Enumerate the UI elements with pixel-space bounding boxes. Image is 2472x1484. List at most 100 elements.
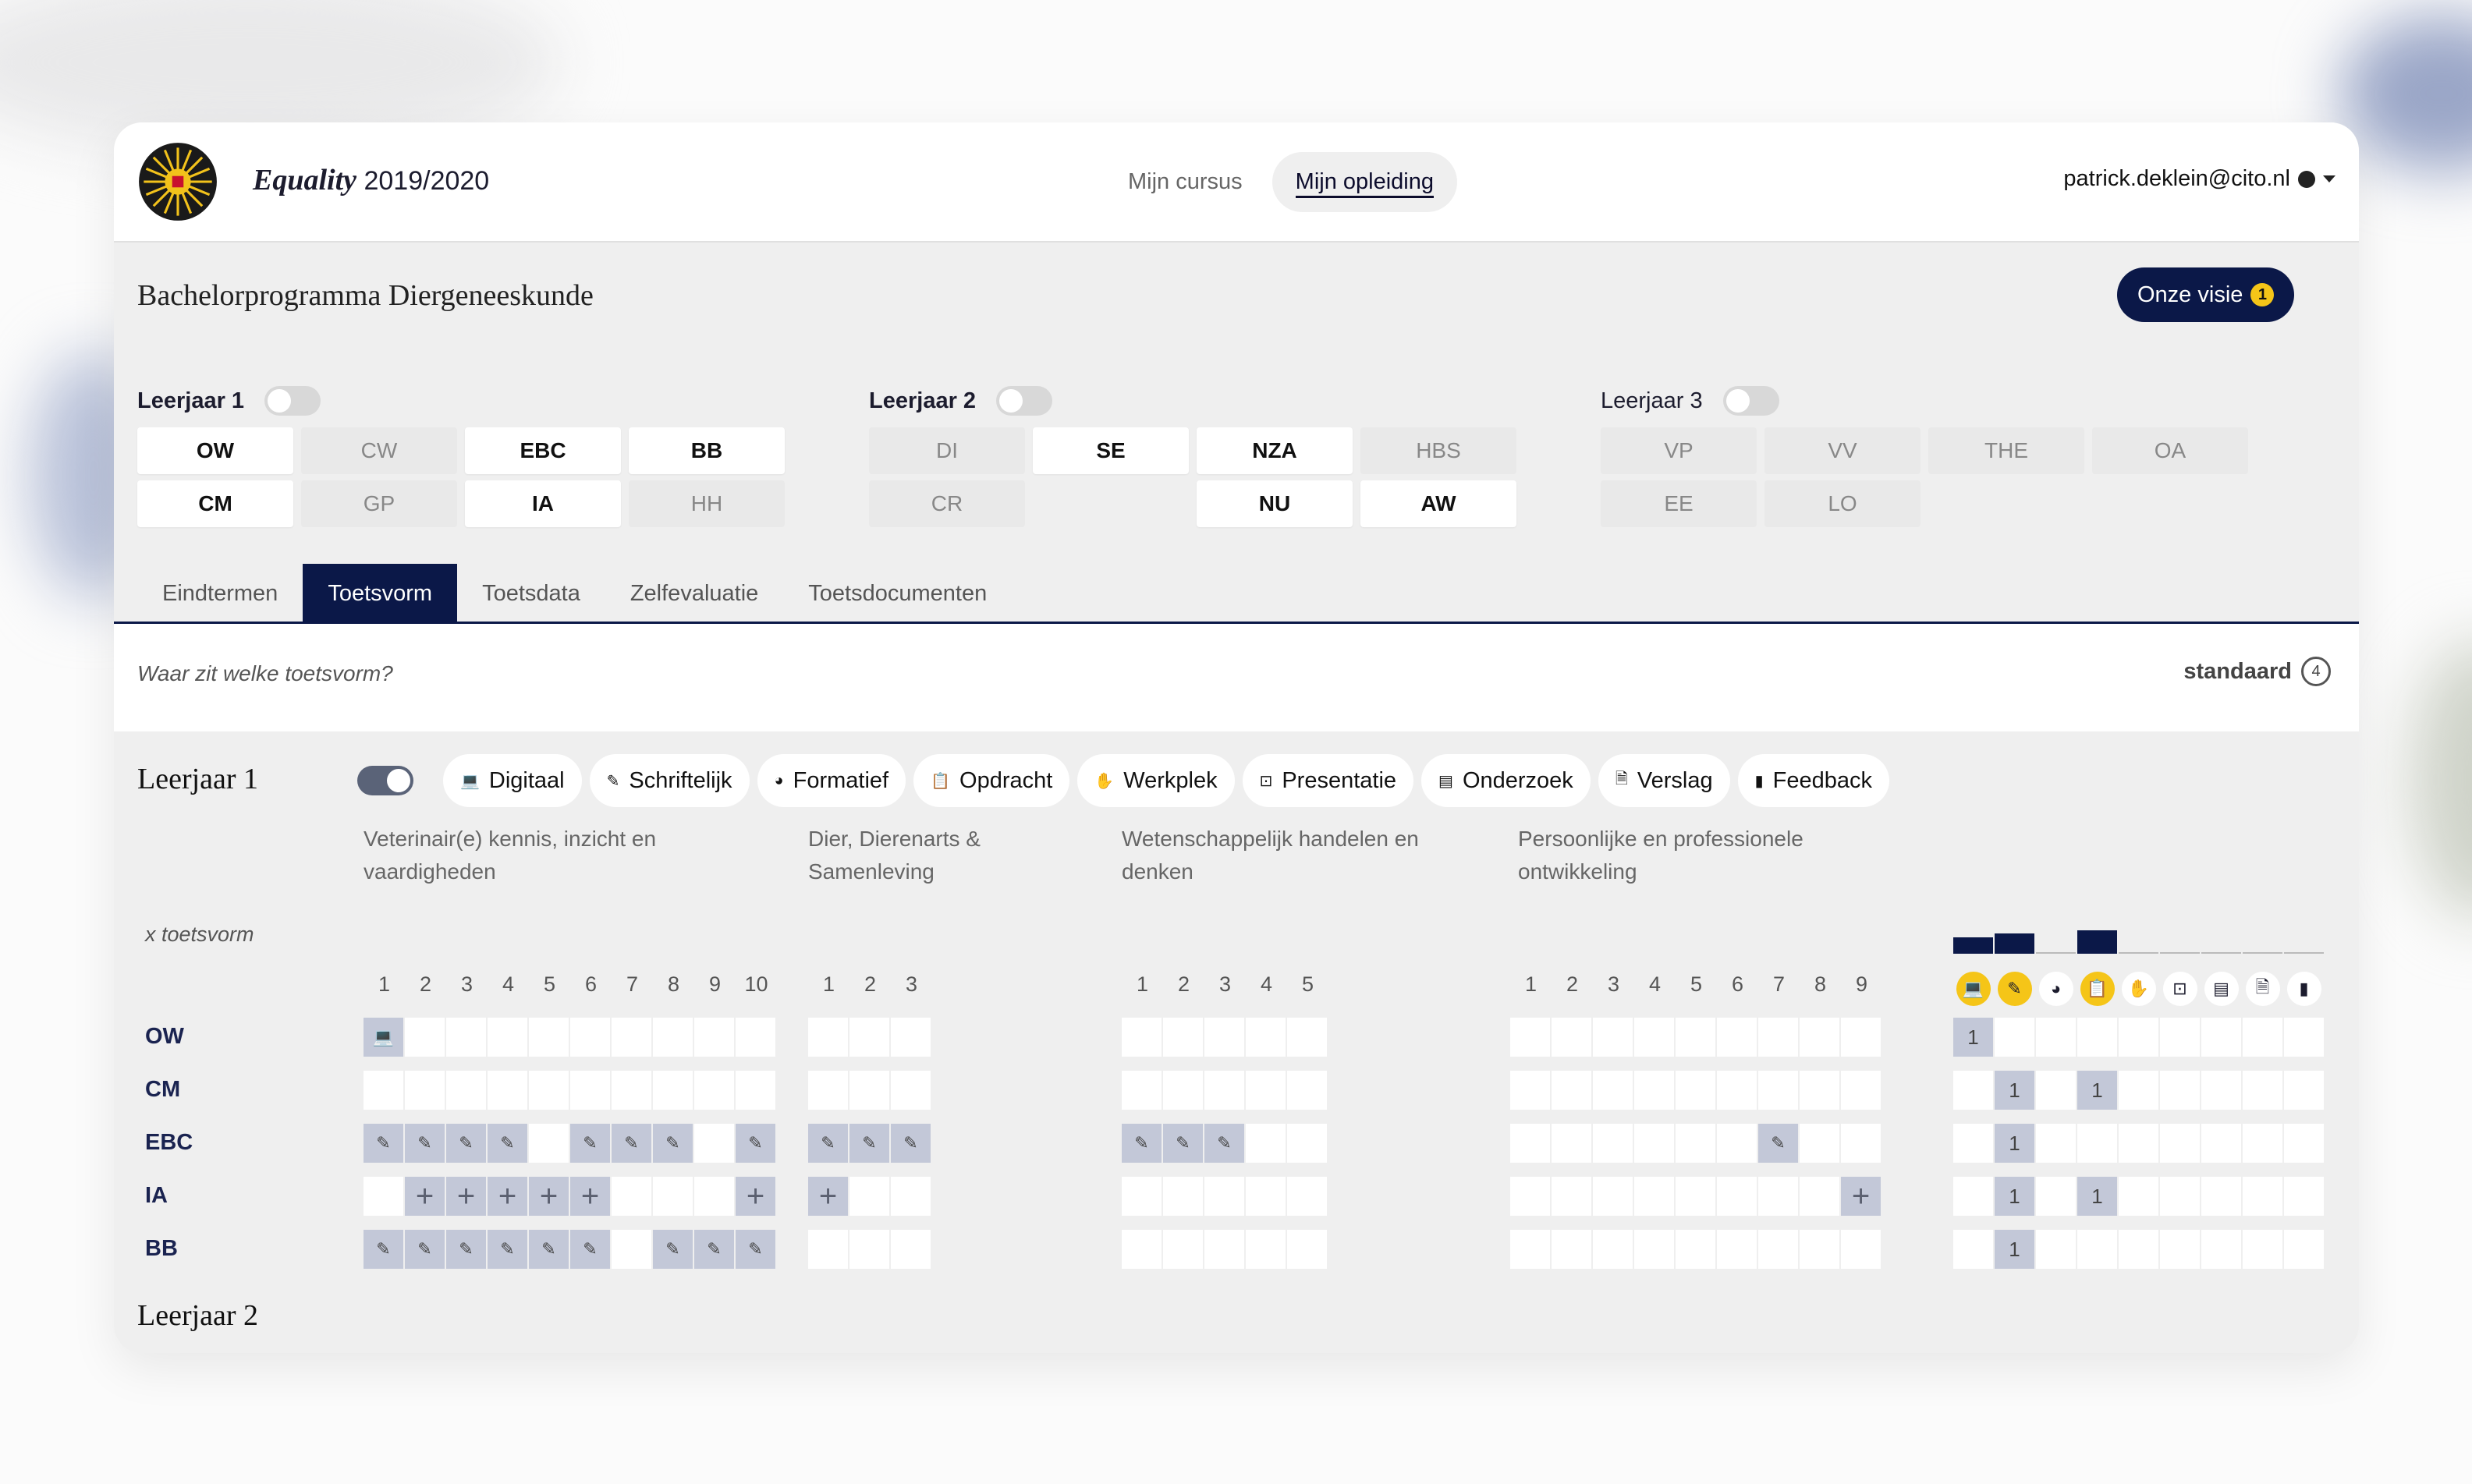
matrix-cell-filled[interactable]: ✎ — [405, 1124, 445, 1163]
matrix-cell[interactable] — [1246, 1018, 1286, 1057]
filter-opdracht[interactable]: 📋 Opdracht — [913, 754, 1070, 807]
matrix-cell-filled[interactable]: + — [446, 1177, 486, 1216]
matrix-cell[interactable] — [694, 1071, 734, 1110]
course-button[interactable]: CW — [301, 427, 457, 474]
matrix-cell[interactable] — [529, 1018, 569, 1057]
matrix-cell[interactable] — [1122, 1177, 1162, 1216]
matrix-cell[interactable] — [570, 1018, 610, 1057]
tab-toetsvorm[interactable]: Toetsvorm — [303, 564, 458, 622]
matrix-cell[interactable] — [1676, 1071, 1715, 1110]
onze-visie-button[interactable]: Onze visie 1 — [2117, 267, 2295, 322]
matrix-cell-filled[interactable]: + — [488, 1177, 527, 1216]
pencil-icon[interactable]: ✎ — [1997, 972, 2032, 1006]
matrix-cell-filled[interactable]: ✎ — [808, 1124, 848, 1163]
matrix-cell[interactable] — [1634, 1124, 1674, 1163]
matrix-cell[interactable] — [1204, 1230, 1244, 1269]
course-button[interactable]: DI — [869, 427, 1025, 474]
comment-icon[interactable]: ▮ — [2286, 972, 2321, 1006]
filter-formatief[interactable]: ◕ Formatief — [757, 754, 906, 807]
tab-toetsdata[interactable]: Toetsdata — [457, 564, 605, 622]
matrix-cell[interactable] — [1758, 1018, 1798, 1057]
matrix-cell[interactable] — [612, 1071, 651, 1110]
matrix-cell[interactable] — [612, 1177, 651, 1216]
matrix-cell[interactable] — [1510, 1018, 1550, 1057]
table-icon[interactable]: ▤ — [2204, 972, 2239, 1006]
matrix-cell[interactable] — [1552, 1071, 1591, 1110]
tab-eindtermen[interactable]: Eindtermen — [137, 564, 303, 622]
matrix-cell[interactable] — [1552, 1177, 1591, 1216]
matrix-cell[interactable] — [1800, 1071, 1839, 1110]
matrix-cell[interactable] — [1163, 1071, 1203, 1110]
matrix-cell-filled[interactable]: + — [570, 1177, 610, 1216]
filter-schriftelijk[interactable]: ✎ Schriftelijk — [589, 754, 750, 807]
matrix-cell[interactable] — [736, 1018, 775, 1057]
filter-werkplek[interactable]: ✋ Werkplek — [1077, 754, 1235, 807]
laptop-icon[interactable]: 💻 — [1956, 972, 1991, 1006]
matrix-cell[interactable] — [1800, 1230, 1839, 1269]
user-menu[interactable]: patrick.deklein@cito.nl — [2063, 166, 2335, 192]
year-toggle[interactable] — [1722, 386, 1779, 416]
matrix-cell[interactable] — [653, 1018, 693, 1057]
matrix-cell[interactable] — [1593, 1071, 1633, 1110]
matrix-cell[interactable] — [1593, 1018, 1633, 1057]
matrix-cell[interactable] — [612, 1230, 651, 1269]
matrix-cell[interactable] — [694, 1177, 734, 1216]
matrix-cell[interactable] — [1122, 1071, 1162, 1110]
course-button[interactable]: EBC — [465, 427, 621, 474]
matrix-cell[interactable] — [1676, 1018, 1715, 1057]
matrix-cell[interactable] — [529, 1071, 569, 1110]
matrix-cell[interactable] — [1510, 1177, 1550, 1216]
filter-digitaal[interactable]: 💻 Digitaal — [443, 754, 582, 807]
matrix-cell-filled[interactable]: ✎ — [1758, 1124, 1798, 1163]
matrix-cell-filled[interactable]: ✎ — [405, 1230, 445, 1269]
course-button[interactable]: OA — [2092, 427, 2248, 474]
matrix-cell[interactable] — [1287, 1177, 1327, 1216]
matrix-cell[interactable] — [1634, 1071, 1674, 1110]
matrix-cell-filled[interactable]: ✎ — [1163, 1124, 1203, 1163]
matrix-cell-filled[interactable]: ✎ — [891, 1124, 931, 1163]
matrix-cell[interactable] — [849, 1018, 889, 1057]
matrix-cell[interactable] — [1717, 1071, 1757, 1110]
matrix-cell[interactable] — [694, 1018, 734, 1057]
course-button[interactable]: BB — [629, 427, 785, 474]
nav-mijn-opleiding[interactable]: Mijn opleiding — [1271, 152, 1457, 212]
matrix-cell-filled[interactable]: ✎ — [570, 1124, 610, 1163]
filter-verslag[interactable]: 🗎 Verslag — [1598, 754, 1730, 807]
matrix-cell[interactable] — [1204, 1177, 1244, 1216]
matrix-cell[interactable] — [1717, 1018, 1757, 1057]
matrix-cell[interactable] — [1510, 1124, 1550, 1163]
matrix-cell-filled[interactable]: ✎ — [694, 1230, 734, 1269]
matrix-cell-filled[interactable]: ✎ — [446, 1230, 486, 1269]
matrix-cell-filled[interactable]: ✎ — [653, 1124, 693, 1163]
year-toggle[interactable] — [996, 386, 1053, 416]
matrix-cell[interactable] — [364, 1071, 403, 1110]
matrix-cell[interactable] — [1841, 1018, 1881, 1057]
matrix-cell[interactable] — [1841, 1071, 1881, 1110]
matrix-cell[interactable] — [1717, 1124, 1757, 1163]
matrix-cell-filled[interactable]: ✎ — [364, 1124, 403, 1163]
matrix-cell[interactable] — [405, 1071, 445, 1110]
matrix-cell[interactable] — [1676, 1124, 1715, 1163]
matrix-cell[interactable] — [1204, 1071, 1244, 1110]
matrix-cell[interactable] — [1717, 1230, 1757, 1269]
matrix-cell-filled[interactable]: + — [405, 1177, 445, 1216]
matrix-cell[interactable] — [405, 1018, 445, 1057]
matrix-cell[interactable] — [891, 1071, 931, 1110]
matrix-cell-filled[interactable]: + — [736, 1177, 775, 1216]
course-button[interactable]: GP — [301, 480, 457, 527]
matrix-cell[interactable] — [1800, 1018, 1839, 1057]
course-button[interactable]: AW — [1360, 480, 1516, 527]
matrix-cell-filled[interactable]: ✎ — [736, 1230, 775, 1269]
matrix-cell[interactable] — [1841, 1230, 1881, 1269]
matrix-cell-filled[interactable]: + — [529, 1177, 569, 1216]
course-button[interactable]: OW — [137, 427, 293, 474]
matrix-cell[interactable] — [694, 1124, 734, 1163]
matrix-cell[interactable] — [1163, 1177, 1203, 1216]
matrix-cell[interactable] — [1122, 1018, 1162, 1057]
course-button[interactable]: LO — [1764, 480, 1920, 527]
leerjaar-1-toggle[interactable] — [357, 766, 413, 795]
matrix-cell[interactable] — [1593, 1124, 1633, 1163]
matrix-cell[interactable] — [1246, 1177, 1286, 1216]
matrix-cell-filled[interactable]: 💻 — [364, 1018, 403, 1057]
matrix-cell[interactable] — [1163, 1018, 1203, 1057]
